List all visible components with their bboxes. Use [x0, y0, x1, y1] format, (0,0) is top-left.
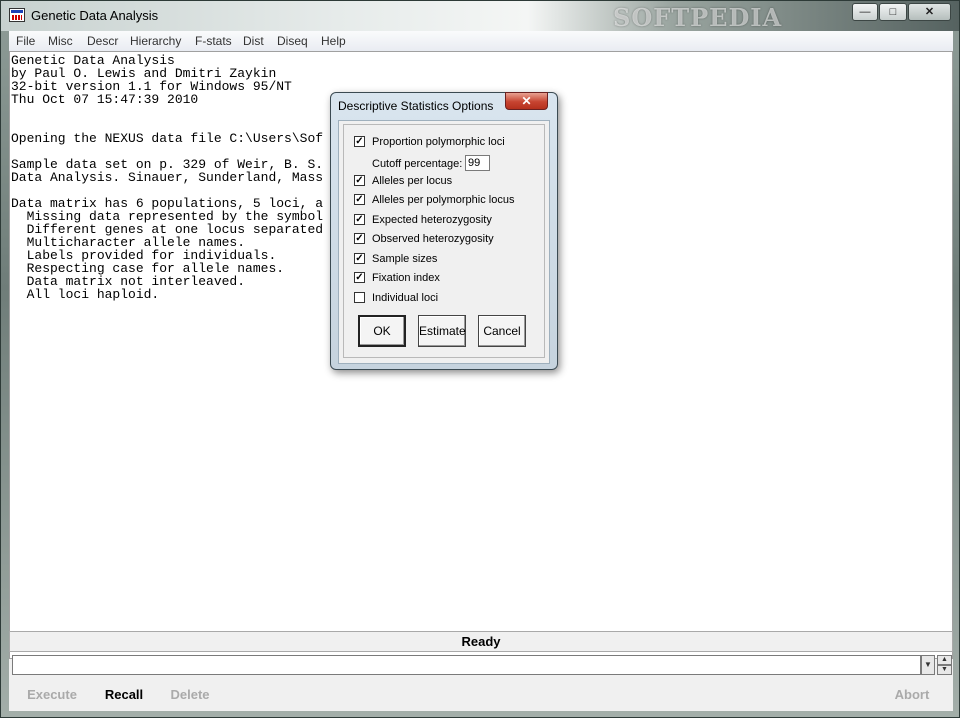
dialog-body: ✓ Proportion polymorphic loci Cutoff per… [338, 120, 550, 364]
output-line: Data Analysis. Sinauer, Sunderland, Mass [11, 170, 324, 185]
maximize-button[interactable]: □ [879, 3, 907, 21]
close-button[interactable]: ✕ [908, 3, 951, 21]
spin-up-icon[interactable]: ▲ [937, 655, 952, 665]
checkbox[interactable]: ✓ [354, 194, 365, 205]
option-label: Observed heterozygosity [372, 233, 494, 245]
ok-button[interactable]: OK [358, 315, 406, 347]
delete-button[interactable]: Delete [161, 686, 219, 706]
command-input[interactable] [12, 655, 921, 675]
option-label: Fixation index [372, 272, 440, 284]
menu-dist[interactable]: Dist [243, 34, 264, 48]
title-bar[interactable]: Genetic Data Analysis SOFTPEDIA — □ ✕ [1, 1, 959, 32]
option-label: Expected heterozygosity [372, 214, 492, 226]
estimate-button[interactable]: Estimate [418, 315, 466, 347]
checkbox[interactable]: ✓ [354, 175, 365, 186]
checkbox[interactable] [354, 292, 365, 303]
cutoff-percentage-input[interactable]: 99 [465, 155, 490, 171]
checkbox[interactable]: ✓ [354, 214, 365, 225]
window-title: Genetic Data Analysis [31, 8, 159, 23]
option-label: Alleles per polymorphic locus [372, 194, 515, 206]
menu-misc[interactable]: Misc [48, 34, 73, 48]
spin-control[interactable]: ▲ ▼ [937, 655, 952, 675]
dialog-close-button[interactable]: ✕ [505, 92, 548, 110]
output-line: Opening the NEXUS data file C:\Users\Sof [11, 131, 324, 146]
checkbox[interactable]: ✓ [354, 233, 365, 244]
menu-fstats[interactable]: F-stats [195, 34, 232, 48]
checkbox[interactable]: ✓ [354, 272, 365, 283]
app-icon[interactable] [9, 8, 25, 22]
spin-down-icon[interactable]: ▼ [937, 665, 952, 675]
option-label: Individual loci [372, 292, 439, 304]
option-label: Proportion polymorphic loci [372, 136, 505, 148]
menu-diseq[interactable]: Diseq [277, 34, 308, 48]
menu-help[interactable]: Help [321, 34, 346, 48]
status-bar: Ready [9, 631, 953, 652]
descriptive-statistics-dialog: Descriptive Statistics Options ✕ ✓ Propo… [330, 92, 558, 370]
checkbox[interactable]: ✓ [354, 136, 365, 147]
option-label: Alleles per locus [372, 175, 453, 187]
output-line: Thu Oct 07 15:47:39 2010 [11, 92, 199, 107]
abort-button[interactable]: Abort [877, 686, 947, 706]
dialog-title: Descriptive Statistics Options [338, 99, 494, 113]
option-label: Sample sizes [372, 253, 438, 265]
app-window: Genetic Data Analysis SOFTPEDIA — □ ✕ Fi… [0, 0, 960, 718]
minimize-button[interactable]: — [852, 3, 878, 21]
menu-file[interactable]: File [16, 34, 35, 48]
menu-descr[interactable]: Descr [87, 34, 118, 48]
dropdown-arrow-icon[interactable]: ▼ [921, 655, 935, 675]
menu-bar: File Misc Descr Hierarchy F-stats Dist D… [9, 31, 953, 52]
menu-hierarchy[interactable]: Hierarchy [130, 34, 181, 48]
options-group: ✓ Proportion polymorphic loci Cutoff per… [343, 124, 545, 358]
cancel-button[interactable]: Cancel [478, 315, 526, 347]
watermark: SOFTPEDIA [613, 3, 783, 32]
checkbox[interactable]: ✓ [354, 253, 365, 264]
execute-button[interactable]: Execute [17, 686, 87, 706]
recall-button[interactable]: Recall [89, 686, 159, 706]
cutoff-label: Cutoff percentage: [372, 158, 463, 170]
output-line: All loci haploid. [11, 287, 160, 302]
